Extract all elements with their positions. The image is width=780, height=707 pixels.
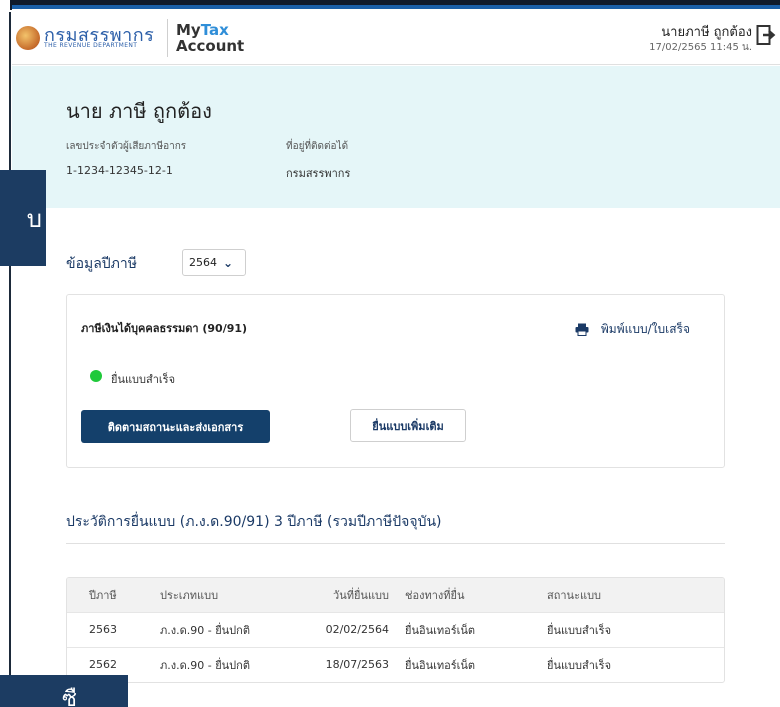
logo-divider [167,19,168,57]
table-row[interactable]: 2563 ภ.ง.ด.90 - ยื่นปกติ 02/02/2564 ยื่น… [67,612,724,647]
track-status-button[interactable]: ติดตามสถานะและส่งเอกสาร [81,410,270,443]
filing-status-text: ยื่นแบบสำเร็จ [111,373,176,386]
logo-subtext: THE REVENUE DEPARTMENT [44,42,138,49]
history-divider [66,543,725,544]
cell-tax-year: 2563 [89,623,117,636]
column-header-filing-date: วันที่ยื่นแบบ [333,588,389,602]
left-edge-line [9,12,11,707]
taxpayer-name: นาย ภาษี ถูกต้อง [66,99,212,123]
cell-form-type: ภ.ง.ด.90 - ยื่นปกติ [160,658,250,672]
column-header-form-type: ประเภทแบบ [160,588,219,602]
chevron-down-icon: ⌄ [223,255,234,270]
filing-history-table: ปีภาษี ประเภทแบบ วันที่ยื่นแบบ ช่องทางที… [66,577,725,683]
column-header-channel: ช่องทางที่ยื่น [405,588,465,602]
tax-id-value: 1-1234-12345-12-1 [66,164,173,177]
print-form-label: พิมพ์แบบ/ใบเสร็จ [600,322,690,336]
printer-icon [575,323,589,336]
cell-filing-date: 02/02/2564 [325,623,389,636]
file-additional-button[interactable]: ยื่นแบบเพิ่มเติม [350,409,466,442]
cell-filing-date: 18/07/2563 [325,658,389,672]
cell-form-type: ภ.ง.ด.90 - ยื่นปกติ [160,623,250,637]
tax-year-value: 2564 [189,256,217,269]
login-datetime: 17/02/2565 11:45 น. [649,42,752,53]
cell-channel: ยื่นอินเทอร์เน็ต [405,658,476,672]
history-title: ประวัติการยื่นแบบ (ภ.ง.ด.90/91) 3 ปีภาษี… [66,514,442,530]
status-success-icon [90,370,102,382]
overlay-caption-mid: บ [0,170,46,266]
tax-id-label: เลขประจำตัวผู้เสียภาษีอากร [66,141,187,152]
tax-form-title: ภาษีเงินได้บุคคลธรรมดา (90/91) [81,322,248,335]
table-row[interactable]: 2562 ภ.ง.ด.90 - ยื่นปกติ 18/07/2563 ยื่น… [67,647,724,682]
profile-band: นาย ภาษี ถูกต้อง เลขประจำตัวผู้เสียภาษีอ… [12,66,780,208]
table-header-row: ปีภาษี ประเภทแบบ วันที่ยื่นแบบ ช่องทางที… [67,578,724,612]
tax-form-card: ภาษีเงินได้บุคคลธรรมดา (90/91) พิมพ์แบบ/… [66,294,725,468]
tax-year-select[interactable]: 2564 ⌄ [182,249,246,276]
cell-status: ยื่นแบบสำเร็จ [547,658,612,672]
app-name-line2: Account [176,37,245,55]
column-header-tax-year: ปีภาษี [89,588,117,602]
revenue-department-logo-icon [16,26,40,50]
overlay-caption-bottom: ซื [0,675,128,707]
cell-status: ยื่นแบบสำเร็จ [547,623,612,637]
cell-channel: ยื่นอินเทอร์เน็ต [405,623,476,637]
print-form-link[interactable]: พิมพ์แบบ/ใบเสร็จ [575,320,690,339]
app-header: กรมสรรพากร THE REVENUE DEPARTMENT MyTax … [12,9,780,65]
column-header-status: สถานะแบบ [547,588,602,602]
tax-year-label: ข้อมูลปีภาษี [66,256,137,272]
user-name: นายภาษี ถูกต้อง [661,25,752,40]
logout-icon[interactable] [756,23,776,47]
address-label: ที่อยู่ที่ติดต่อได้ [286,141,349,152]
address-value: กรมสรรพากร [286,167,351,180]
